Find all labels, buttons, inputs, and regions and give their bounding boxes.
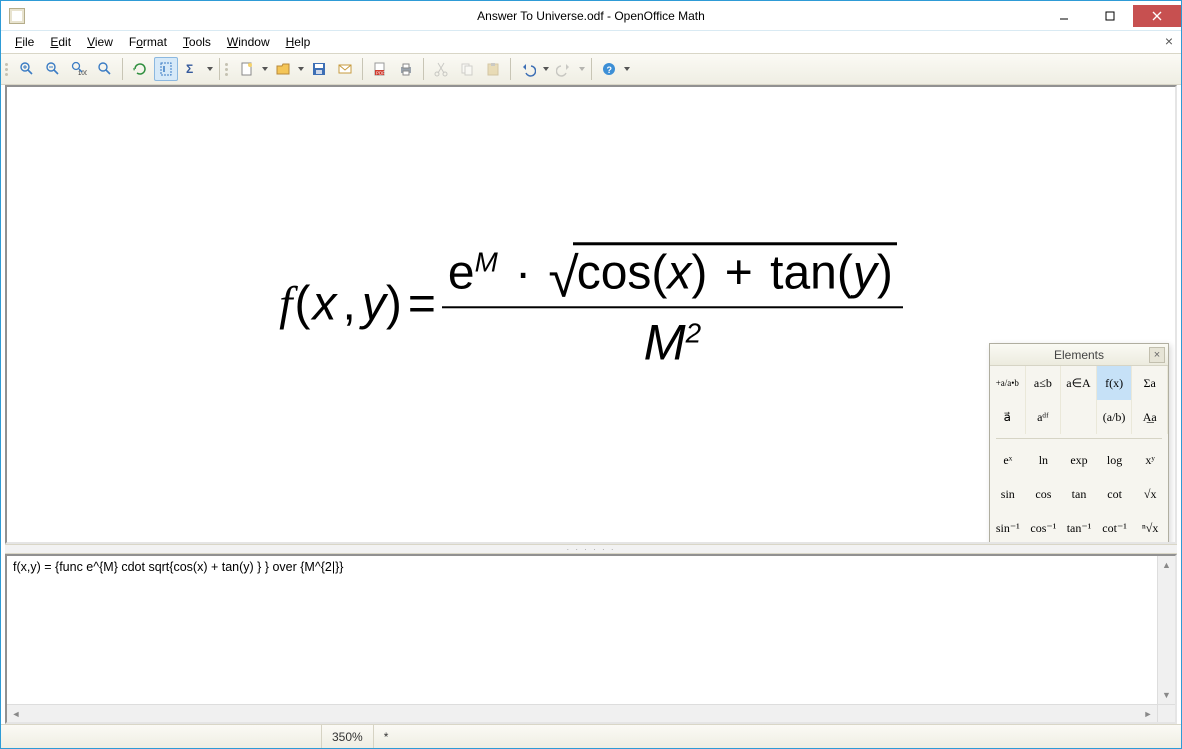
elements-palette[interactable]: Elements × +a/a•b a≤b a∈A f(x) Σa a⃗ aᵈᶠ… [989, 343, 1169, 544]
cat-brackets[interactable]: (a/b) [1097, 400, 1133, 434]
code-text[interactable]: f(x,y) = {func e^{M} cdot sqrt{cos(x) + … [13, 560, 343, 574]
fn-xy[interactable]: xʸ [1132, 443, 1168, 477]
paste-button[interactable] [481, 57, 505, 81]
menu-edit[interactable]: Edit [42, 33, 79, 51]
doc-close-icon[interactable]: × [1165, 33, 1173, 49]
toolbar: 100 Σ PDF ? [1, 53, 1181, 85]
save-button[interactable] [307, 57, 331, 81]
cat-set[interactable]: a∈A [1061, 366, 1097, 400]
status-zoom[interactable]: 350% [321, 725, 373, 748]
code-editor[interactable]: f(x,y) = {func e^{M} cdot sqrt{cos(x) + … [5, 554, 1177, 724]
fn-cos[interactable]: cos [1026, 477, 1062, 511]
fn-atan[interactable]: tan⁻¹ [1061, 511, 1097, 544]
cat-functions[interactable]: f(x) [1097, 366, 1133, 400]
fn-nroot[interactable]: ⁿ√x [1132, 511, 1168, 544]
close-button[interactable] [1133, 5, 1181, 27]
refresh-button[interactable] [128, 57, 152, 81]
svg-text:?: ? [607, 65, 613, 75]
formula-view[interactable]: f ( x , y ) = eM · √ cos(x) + tan(y) [5, 85, 1177, 544]
vscrollbar[interactable]: ▲ ▼ [1157, 556, 1175, 704]
maximize-button[interactable] [1087, 5, 1133, 27]
minimize-button[interactable] [1041, 5, 1087, 27]
svg-text:PDF: PDF [376, 71, 385, 76]
elements-button[interactable]: Σ [180, 57, 204, 81]
fraction-line [442, 306, 903, 308]
menu-help[interactable]: Help [278, 33, 319, 51]
palette-functions: eˣ ln exp log xʸ sin cos tan cot √x sin⁻… [990, 443, 1168, 544]
status-modified: * [373, 725, 399, 748]
fn-acos[interactable]: cos⁻¹ [1026, 511, 1062, 544]
cat-formats[interactable]: A͟a [1132, 400, 1168, 434]
menu-view[interactable]: View [79, 33, 121, 51]
scroll-left-icon[interactable]: ◄ [7, 705, 25, 722]
toolbar-grip-2[interactable] [225, 59, 231, 79]
open-dropdown[interactable] [297, 67, 305, 71]
zoom-in-button[interactable] [15, 57, 39, 81]
menu-file[interactable]: File [7, 33, 42, 51]
window-title: Answer To Universe.odf - OpenOffice Math [1, 9, 1181, 23]
fn-acot[interactable]: cot⁻¹ [1097, 511, 1133, 544]
hscrollbar[interactable]: ◄ ► [7, 704, 1175, 722]
fn-cot[interactable]: cot [1097, 477, 1133, 511]
help-button[interactable]: ? [597, 57, 621, 81]
app-window: Answer To Universe.odf - OpenOffice Math… [0, 0, 1182, 749]
menubar: File Edit View Format Tools Window Help … [1, 31, 1181, 53]
statusbar: 350% * [1, 724, 1181, 748]
palette-categories: +a/a•b a≤b a∈A f(x) Σa a⃗ aᵈᶠ (a/b) A͟a [990, 366, 1168, 434]
scroll-right-icon[interactable]: ► [1139, 705, 1157, 722]
cat-operators[interactable]: Σa [1132, 366, 1168, 400]
fn-log[interactable]: log [1097, 443, 1133, 477]
toolbar-overflow-2[interactable] [623, 67, 631, 71]
redo-button[interactable] [552, 57, 576, 81]
formula-f: f [279, 276, 292, 331]
palette-divider [996, 438, 1162, 439]
cat-unary[interactable]: +a/a•b [990, 366, 1026, 400]
print-button[interactable] [394, 57, 418, 81]
fn-sqrt[interactable]: √x [1132, 477, 1168, 511]
cut-button[interactable] [429, 57, 453, 81]
cat-attributes[interactable]: a⃗ [990, 400, 1026, 434]
toolbar-overflow-1[interactable] [206, 67, 214, 71]
toolbar-grip[interactable] [5, 59, 11, 79]
fn-ex[interactable]: eˣ [990, 443, 1026, 477]
fn-asin[interactable]: sin⁻¹ [990, 511, 1026, 544]
redo-dropdown[interactable] [578, 67, 586, 71]
cat-relations[interactable]: a≤b [1026, 366, 1062, 400]
fn-ln[interactable]: ln [1026, 443, 1062, 477]
open-button[interactable] [271, 57, 295, 81]
cursor-button[interactable] [154, 57, 178, 81]
new-button[interactable] [235, 57, 259, 81]
menu-tools[interactable]: Tools [175, 33, 219, 51]
fn-exp[interactable]: exp [1061, 443, 1097, 477]
pdf-button[interactable]: PDF [368, 57, 392, 81]
scroll-up-icon[interactable]: ▲ [1158, 556, 1175, 574]
copy-button[interactable] [455, 57, 479, 81]
app-icon [9, 8, 25, 24]
cat-others[interactable]: aᵈᶠ [1026, 400, 1062, 434]
fn-sin[interactable]: sin [990, 477, 1026, 511]
splitter[interactable]: · · · · · · [5, 544, 1177, 554]
svg-text:100: 100 [78, 71, 87, 77]
titlebar: Answer To Universe.odf - OpenOffice Math [1, 1, 1181, 31]
new-dropdown[interactable] [261, 67, 269, 71]
undo-dropdown[interactable] [542, 67, 550, 71]
mail-button[interactable] [333, 57, 357, 81]
menu-format[interactable]: Format [121, 33, 175, 51]
menu-window[interactable]: Window [219, 33, 278, 51]
palette-close-icon[interactable]: × [1149, 347, 1165, 363]
undo-button[interactable] [516, 57, 540, 81]
cat-empty [1061, 400, 1097, 434]
zoom-all-button[interactable] [93, 57, 117, 81]
palette-title[interactable]: Elements × [990, 344, 1168, 366]
sqrt-icon: √ [548, 246, 578, 308]
zoom-100-button[interactable]: 100 [67, 57, 91, 81]
svg-text:Σ: Σ [186, 62, 193, 76]
fn-tan[interactable]: tan [1061, 477, 1097, 511]
scroll-down-icon[interactable]: ▼ [1158, 686, 1175, 704]
zoom-out-button[interactable] [41, 57, 65, 81]
